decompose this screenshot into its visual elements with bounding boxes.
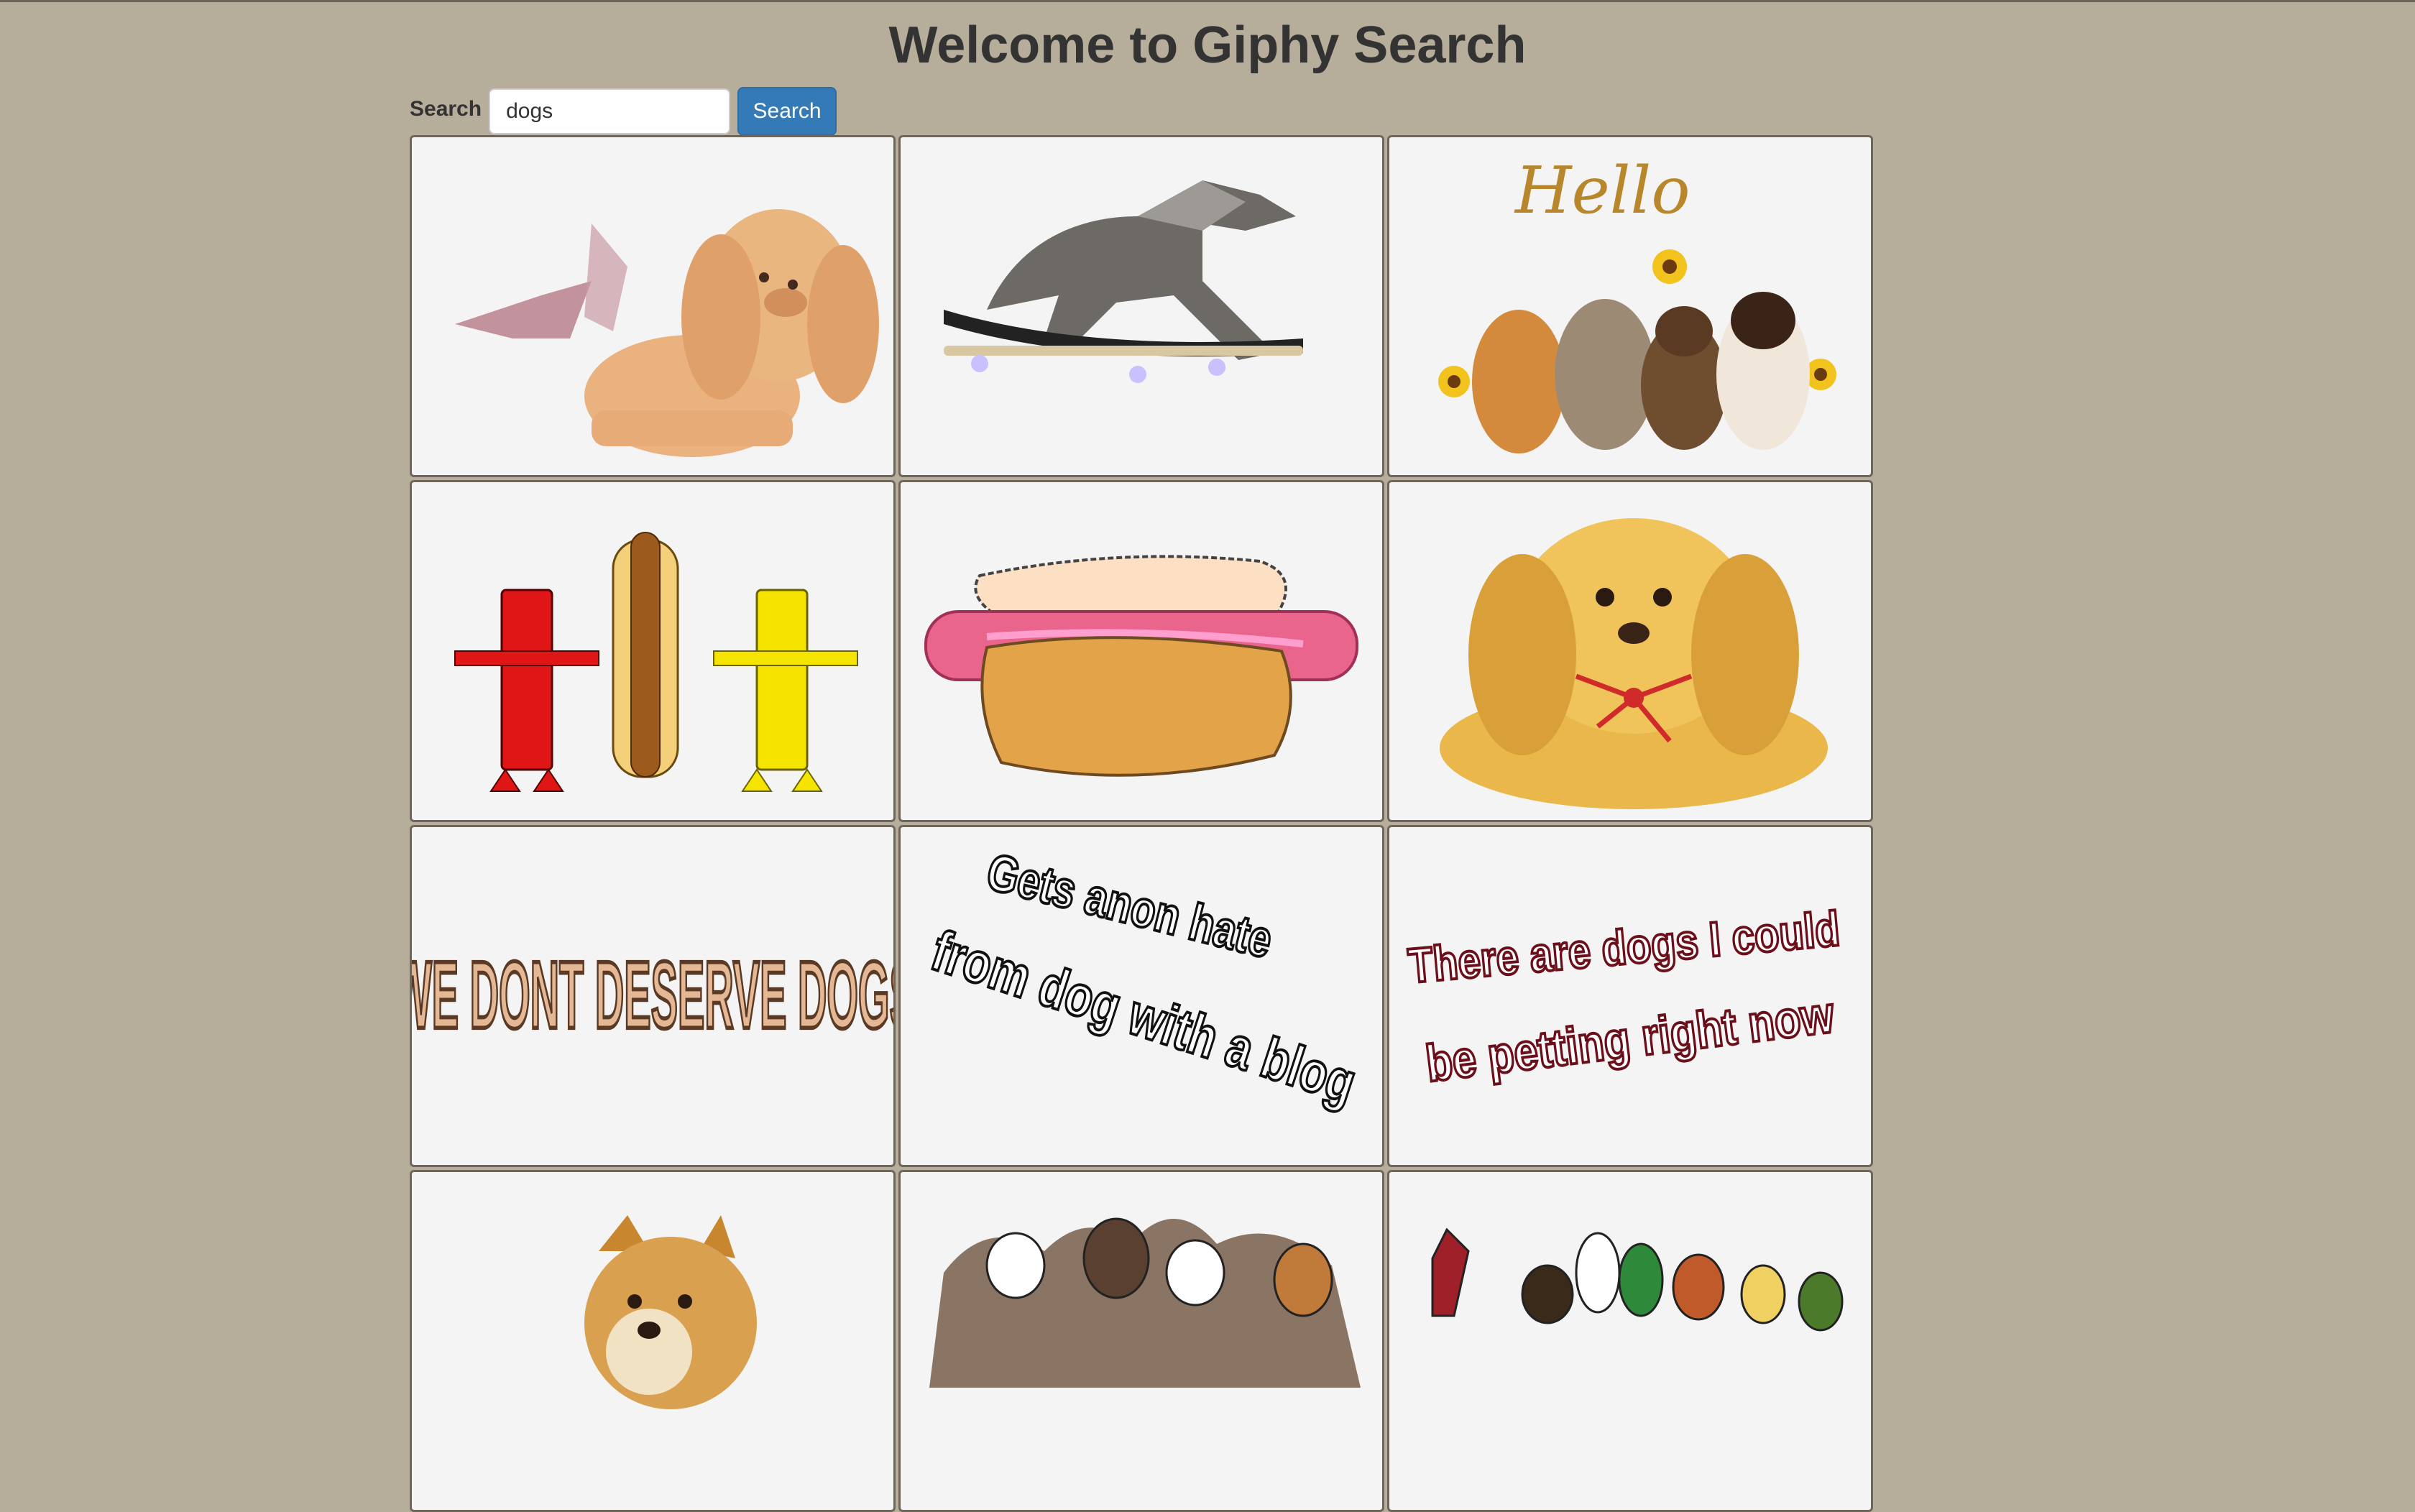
result-tile-hotdog-bun[interactable] bbox=[898, 480, 1384, 822]
hydrant-hotdog-image bbox=[454, 532, 858, 792]
anon-hate-text-line2: from dog with a blog bbox=[924, 918, 1363, 1115]
hello-text: Hello bbox=[1514, 153, 1690, 229]
result-tile-golden-puppy-ribbon[interactable] bbox=[1387, 480, 1873, 822]
result-tile-hello-puppies[interactable]: Hello bbox=[1387, 135, 1873, 477]
result-tile-dogs-petting-text[interactable]: There are dogs I could be petting right … bbox=[1387, 825, 1873, 1167]
hello-puppies-image: Hello bbox=[1438, 153, 1836, 453]
we-dont-deserve-dogs-text: WE DONT DESERVE DOGS bbox=[412, 941, 896, 1048]
dogs-petting-text-image: There are dogs I could be petting right … bbox=[1405, 900, 1844, 1094]
anon-hate-text-image: Gets anon hate from dog with a blog bbox=[923, 842, 1365, 1117]
winged-spaniel-image bbox=[455, 209, 879, 457]
window-top-border bbox=[0, 0, 2415, 2]
result-tile-doge[interactable] bbox=[410, 1170, 896, 1512]
hotdog-bun-image bbox=[924, 555, 1358, 777]
result-tile-we-dont-deserve-dogs[interactable]: WE DONT DESERVE DOGS bbox=[410, 825, 896, 1167]
golden-puppy-image bbox=[1440, 518, 1828, 809]
result-tile-dog-crowd-1[interactable] bbox=[898, 1170, 1384, 1512]
dog-crowd-2-image bbox=[1431, 1227, 1844, 1332]
doge-image bbox=[584, 1215, 757, 1409]
search-input[interactable] bbox=[489, 88, 731, 134]
result-tile-anon-hate-text[interactable]: Gets anon hate from dog with a blog bbox=[898, 825, 1384, 1167]
search-button[interactable]: Search bbox=[737, 87, 837, 136]
search-form: Search Search bbox=[410, 86, 837, 137]
result-tile-hydrant-hotdog-dance[interactable] bbox=[410, 480, 896, 822]
dogs-petting-text-line2: be petting right now bbox=[1423, 986, 1838, 1094]
result-tile-winged-spaniel[interactable] bbox=[410, 135, 896, 477]
search-label: Search bbox=[410, 97, 482, 121]
page-title: Welcome to Giphy Search bbox=[888, 17, 1527, 74]
dog-crowd-1-image bbox=[929, 1217, 1361, 1388]
result-tile-dog-crowd-2[interactable] bbox=[1387, 1170, 1873, 1512]
dogs-petting-text-line1: There are dogs I could bbox=[1406, 901, 1841, 993]
skateboarding-dog-image bbox=[944, 180, 1303, 383]
result-tile-skateboarding-dog[interactable] bbox=[898, 135, 1384, 477]
we-dont-deserve-dogs-image: WE DONT DESERVE DOGS bbox=[412, 941, 896, 1050]
